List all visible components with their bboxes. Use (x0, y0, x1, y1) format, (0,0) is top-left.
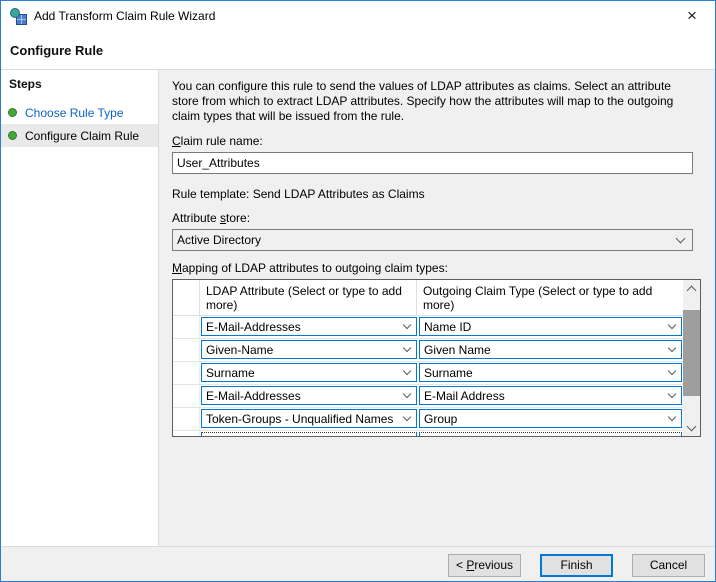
combo-value: Surname (424, 366, 669, 380)
chevron-down-icon (403, 366, 411, 374)
row-selector-cell[interactable] (173, 385, 200, 408)
intro-text: You can configure this rule to send the … (172, 79, 690, 124)
scrollbar-track[interactable] (683, 296, 700, 420)
outgoing-claim-combobox[interactable]: Group (419, 409, 682, 428)
step-label: Choose Rule Type (25, 106, 124, 120)
chevron-down-icon (403, 412, 411, 420)
row-selector-header (173, 280, 200, 315)
combo-value: E-Mail-Addresses (206, 389, 404, 403)
finish-button[interactable]: Finish (540, 554, 613, 577)
close-icon[interactable]: × (677, 4, 707, 28)
page-title: Configure Rule (10, 43, 103, 58)
combo-value: Group (424, 412, 669, 426)
wizard-window: Add Transform Claim Rule Wizard × Config… (0, 0, 716, 582)
row-selector-cell[interactable] (173, 339, 200, 362)
ldap-attribute-column-header: LDAP Attribute (Select or type to add mo… (200, 280, 417, 315)
scrollbar-thumb[interactable] (683, 310, 700, 396)
attribute-store-combobox[interactable]: Active Directory (172, 229, 693, 251)
table-row: E-Mail-Addresses E-Mail Address (173, 385, 683, 408)
combo-value: Token-Groups - Unqualified Names (206, 412, 404, 426)
cancel-button[interactable]: Cancel (632, 554, 705, 577)
ldap-attribute-combobox[interactable]: E-Mail-Addresses (201, 317, 417, 336)
chevron-down-icon (403, 343, 411, 351)
chevron-down-icon (668, 389, 676, 397)
table-row: Token-Groups - Unqualified Names Group (173, 408, 683, 431)
table-row: E-Mail-Addresses Name ID (173, 316, 683, 339)
previous-button[interactable]: < Previous (448, 554, 521, 577)
combo-value: Given-Name (206, 343, 404, 357)
step-dot-icon (8, 108, 17, 117)
ldap-attribute-combobox[interactable]: Given-Name (201, 340, 417, 359)
chevron-down-icon (676, 233, 686, 243)
outgoing-claim-combobox[interactable]: E-Mail Address (419, 386, 682, 405)
attribute-store-value: Active Directory (177, 233, 677, 247)
combo-value: E-Mail Address (424, 389, 669, 403)
steps-title: Steps (1, 77, 158, 101)
combo-value: Name ID (424, 320, 669, 334)
scroll-up-icon[interactable] (683, 280, 700, 296)
row-selector-cell[interactable] (173, 316, 200, 339)
chevron-down-icon (668, 366, 676, 374)
mapping-label: Mapping of LDAP attributes to outgoing c… (172, 261, 701, 275)
attribute-store-label: Attribute store: (172, 211, 701, 225)
combo-value: Surname (206, 366, 404, 380)
row-selector-cell[interactable] (173, 362, 200, 385)
combo-value: Given Name (424, 343, 669, 357)
grid-header-row: LDAP Attribute (Select or type to add mo… (173, 280, 683, 316)
footer-button-bar: < Previous Finish Cancel (1, 546, 715, 582)
ldap-attribute-combobox[interactable]: Token-Groups - Unqualified Names (201, 409, 417, 428)
outgoing-claim-column-header: Outgoing Claim Type (Select or type to a… (417, 280, 683, 315)
outgoing-claim-combobox[interactable]: Name ID (419, 317, 682, 336)
table-row-new-entry[interactable] (173, 431, 683, 436)
chevron-down-icon (403, 389, 411, 397)
steps-panel: Steps Choose Rule Type Configure Claim R… (1, 70, 159, 546)
step-choose-rule-type[interactable]: Choose Rule Type (1, 101, 158, 124)
outgoing-claim-combobox[interactable]: Surname (419, 363, 682, 382)
table-row: Given-Name Given Name (173, 339, 683, 362)
title-bar: Add Transform Claim Rule Wizard × (1, 1, 715, 31)
ldap-attribute-combobox[interactable]: E-Mail-Addresses (201, 386, 417, 405)
vertical-scrollbar[interactable] (683, 280, 700, 436)
combo-value: E-Mail-Addresses (206, 320, 404, 334)
chevron-down-icon (668, 320, 676, 328)
outgoing-claim-combobox[interactable]: Given Name (419, 340, 682, 359)
step-configure-claim-rule[interactable]: Configure Claim Rule (1, 124, 158, 147)
main-content: You can configure this rule to send the … (159, 70, 715, 546)
scroll-down-icon[interactable] (683, 420, 700, 436)
step-label: Configure Claim Rule (25, 129, 139, 143)
chevron-down-icon (403, 320, 411, 328)
step-dot-icon (8, 131, 17, 140)
row-selector-cell[interactable] (173, 408, 200, 431)
wizard-app-icon (10, 8, 27, 25)
page-heading-band: Configure Rule (1, 31, 715, 70)
mapping-table: LDAP Attribute (Select or type to add mo… (172, 279, 701, 437)
ldap-attribute-combobox[interactable]: Surname (201, 363, 417, 382)
chevron-down-icon (668, 412, 676, 420)
mapping-grid: LDAP Attribute (Select or type to add mo… (173, 280, 683, 436)
rule-template-text: Rule template: Send LDAP Attributes as C… (172, 187, 701, 201)
chevron-down-icon (668, 343, 676, 351)
table-row: Surname Surname (173, 362, 683, 385)
claim-rule-name-label: Claim rule name: (172, 134, 701, 148)
window-title: Add Transform Claim Rule Wizard (34, 9, 677, 23)
claim-rule-name-input[interactable] (172, 152, 693, 174)
row-selector-cell (173, 431, 200, 436)
